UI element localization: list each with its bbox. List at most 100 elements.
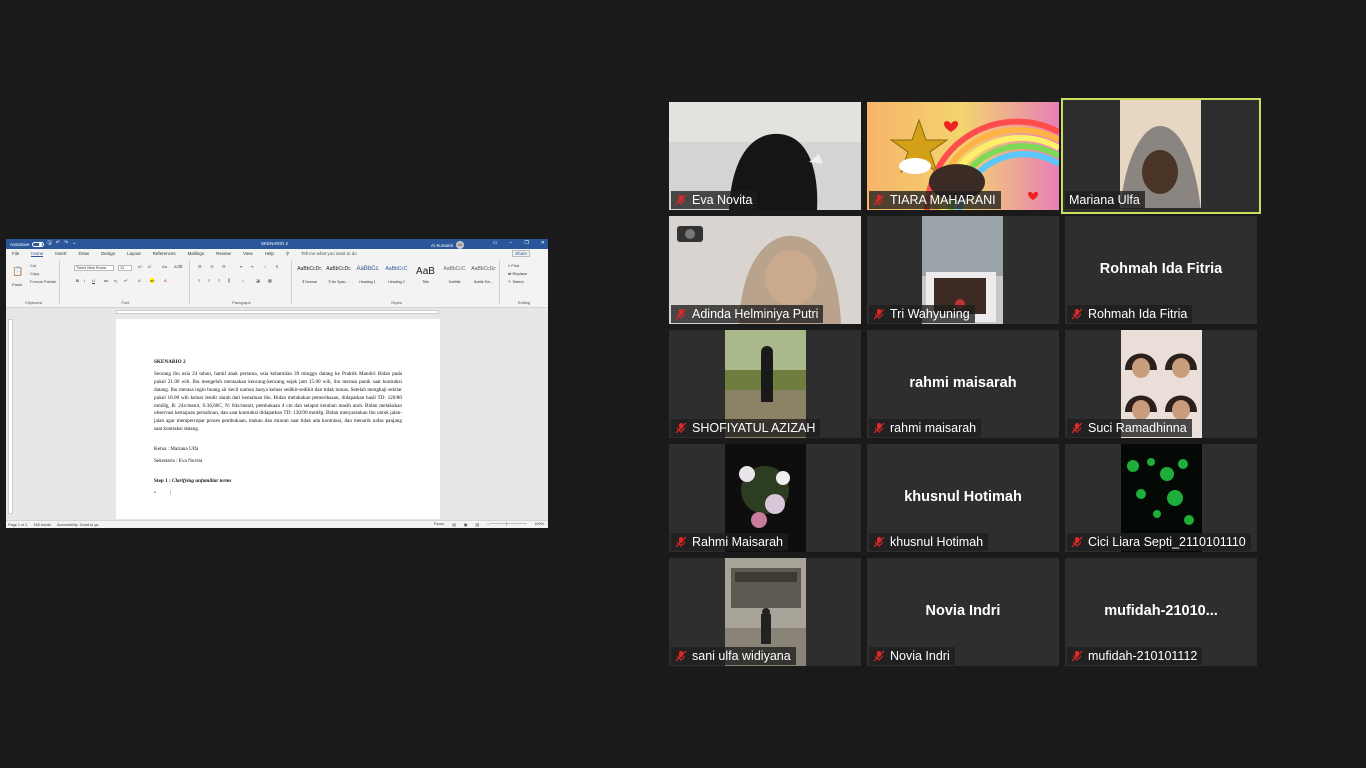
font-color-icon[interactable]: A	[164, 278, 167, 283]
user-account[interactable]: Ai Sumarni AS	[431, 241, 465, 249]
strikethrough-icon[interactable]: ab	[104, 278, 108, 283]
participant-tile[interactable]: Suci Ramadhinna	[1065, 330, 1257, 438]
redo-icon[interactable]: ↷	[64, 240, 68, 248]
sort-icon[interactable]: ↕	[264, 264, 266, 269]
clear-format-icon[interactable]: A⌫	[174, 264, 182, 269]
participant-tile[interactable]: Adinda Helminiya Putri	[669, 216, 861, 324]
participant-tile[interactable]: Rahmi Maisarah	[669, 444, 861, 552]
align-right-icon[interactable]: ≡	[218, 278, 220, 283]
close-icon[interactable]: ✕	[541, 240, 545, 246]
participant-tile[interactable]: Novia Indri Novia Indri	[867, 558, 1059, 666]
tab-help[interactable]: Help	[265, 251, 274, 256]
grow-font-icon[interactable]: A^	[138, 264, 143, 269]
tab-view[interactable]: View	[243, 251, 253, 256]
autosave-toggle[interactable]: AutoSave	[10, 241, 44, 247]
bold-icon[interactable]: B	[76, 278, 79, 283]
style-normal[interactable]: AaBbCcDc ¶ Normal	[296, 264, 323, 286]
text-effects-icon[interactable]: A	[138, 278, 141, 283]
underline-icon[interactable]: U	[92, 278, 95, 283]
style-title[interactable]: AaB Title	[412, 264, 439, 286]
customize-icon[interactable]: ⌄	[72, 240, 76, 248]
font-family-select[interactable]: Times New Roma	[74, 265, 114, 271]
tab-insert[interactable]: Insert	[55, 251, 66, 256]
participant-tile[interactable]: Cici Liara Septi_2110101110	[1065, 444, 1257, 552]
tab-review[interactable]: Review	[216, 251, 231, 256]
increase-indent-icon[interactable]: ⇥	[250, 264, 253, 269]
bullet-line[interactable]: • |	[154, 490, 402, 498]
shrink-font-icon[interactable]: Aˇ	[148, 264, 152, 269]
bullets-icon[interactable]: ☰	[198, 264, 202, 269]
paste-icon[interactable]: 📋	[12, 266, 23, 277]
autosave-label: AutoSave	[10, 241, 30, 247]
align-center-icon[interactable]: ≡	[208, 278, 210, 283]
participant-tile[interactable]: sani ulfa widiyana	[669, 558, 861, 666]
italic-icon[interactable]: I	[84, 278, 85, 283]
tell-me-search[interactable]: Tell me what you want to do	[301, 251, 357, 256]
tab-draw[interactable]: Draw	[79, 251, 90, 256]
multilevel-icon[interactable]: ☶	[222, 264, 226, 269]
focus-button[interactable]: Focus	[434, 522, 444, 527]
pilcrow-icon[interactable]: ¶	[276, 264, 278, 269]
undo-icon[interactable]: ↶	[56, 240, 60, 248]
cut-button[interactable]: Cut	[30, 263, 36, 268]
ribbon-display-icon[interactable]: ▭	[493, 240, 498, 246]
word-count[interactable]: 155 words	[33, 523, 51, 527]
maximize-icon[interactable]: ❐	[524, 240, 528, 246]
save-icon[interactable]: 🖫	[48, 240, 52, 248]
web-layout-icon[interactable]: ▥	[475, 522, 479, 527]
style-subtitle[interactable]: AaBbCcC Subtitle	[441, 264, 468, 286]
highlight-icon[interactable]: ab	[150, 278, 155, 283]
tab-design[interactable]: Design	[101, 251, 115, 256]
participant-tile[interactable]: Tri Wahyuning	[867, 216, 1059, 324]
style-heading-1[interactable]: AaBbCc Heading 1	[354, 264, 381, 286]
tab-references[interactable]: References	[153, 251, 176, 256]
page-count[interactable]: Page 1 of 1	[8, 523, 27, 527]
tab-file[interactable]: File	[12, 251, 19, 256]
copy-button[interactable]: Copy	[30, 271, 39, 276]
participant-tile[interactable]: rahmi maisarah rahmi maisarah	[867, 330, 1059, 438]
format-painter-button[interactable]: Format Painter	[30, 279, 56, 284]
numbering-icon[interactable]: ☷	[210, 264, 214, 269]
participant-tile[interactable]: khusnul Hotimah khusnul Hotimah	[867, 444, 1059, 552]
shading-icon[interactable]: ◪	[256, 278, 260, 283]
accessibility-status[interactable]: Accessibility: Good to go	[57, 523, 99, 527]
participant-tile-active-speaker[interactable]: Mariana Ulfa	[1061, 98, 1261, 214]
subscript-icon[interactable]: x₂	[114, 278, 118, 283]
style-no-spacing[interactable]: AaBbCcDc ¶ No Spac...	[325, 264, 352, 286]
replace-button[interactable]: ⇄ Replace	[508, 270, 527, 278]
participant-tile[interactable]: SHOFIYATUL AZIZAH	[669, 330, 861, 438]
participant-tile[interactable]: mufidah-21010... mufidah-210101112	[1065, 558, 1257, 666]
decrease-indent-icon[interactable]: ⇤	[240, 264, 243, 269]
tab-home[interactable]: Home	[31, 251, 44, 257]
participant-tile[interactable]: Rohmah Ida Fitria Rohmah Ida Fitria	[1065, 216, 1257, 324]
superscript-icon[interactable]: x²	[124, 278, 127, 283]
tab-mailings[interactable]: Mailings	[188, 251, 205, 256]
justify-icon[interactable]: ≡	[228, 278, 231, 283]
style-heading-2[interactable]: AaBbCcC Heading 2	[383, 264, 410, 286]
tab-layout[interactable]: Layout	[127, 251, 141, 256]
style-preview: AaBbCcDc	[471, 266, 496, 272]
select-button[interactable]: ↖ Select	[508, 278, 527, 286]
paste-button[interactable]: Paste	[12, 282, 22, 287]
avatar[interactable]: AS	[456, 241, 465, 249]
minimize-icon[interactable]: –	[510, 240, 513, 246]
line-spacing-icon[interactable]: ↨	[242, 278, 244, 283]
change-case-icon[interactable]: Aa	[162, 264, 167, 269]
vertical-ruler[interactable]	[8, 319, 13, 514]
participant-name-bar: TIARA MAHARANI	[869, 191, 1001, 209]
align-left-icon[interactable]: ≡	[198, 278, 200, 283]
share-button[interactable]: Share	[511, 250, 530, 257]
borders-icon[interactable]: ▦	[268, 278, 272, 283]
participant-tile[interactable]: TIARA MAHARANI	[867, 102, 1059, 210]
horizontal-ruler[interactable]	[6, 308, 548, 316]
zoom-slider[interactable]: –──────┼──────+	[487, 522, 526, 527]
read-mode-icon[interactable]: ▤	[452, 522, 456, 527]
zoom-level[interactable]: 100%	[534, 522, 544, 527]
font-size-select[interactable]: 12	[118, 265, 132, 271]
document-page[interactable]: SKENARIO 2 Seorang ibu usia 24 tahun, ha…	[116, 319, 440, 519]
participant-tile[interactable]: Eva Novita	[669, 102, 861, 210]
style-subtle-emphasis[interactable]: AaBbCcDc Subtle Em...	[470, 264, 497, 286]
print-layout-icon[interactable]: ▣	[464, 522, 468, 527]
find-button[interactable]: ⌕ Find	[508, 262, 527, 270]
autosave-switch-icon[interactable]	[31, 241, 44, 247]
